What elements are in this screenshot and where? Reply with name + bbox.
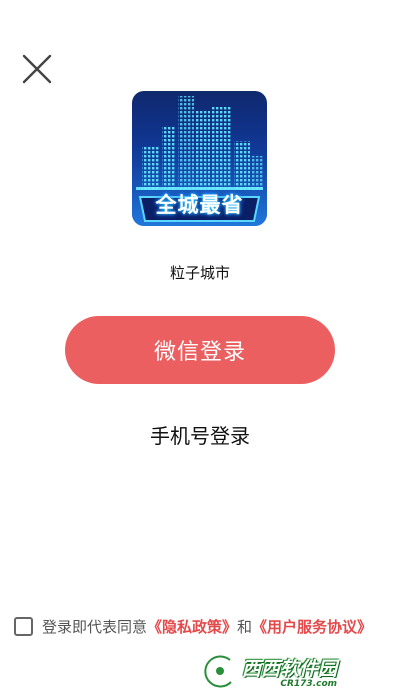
logo-label: 全城最省 bbox=[132, 188, 267, 220]
watermark-title: 西西软件园 bbox=[242, 657, 338, 680]
user-service-agreement-link[interactable]: 《用户服务协议》 bbox=[252, 616, 372, 637]
agree-checkbox[interactable] bbox=[14, 616, 33, 636]
close-button[interactable] bbox=[20, 52, 54, 86]
watermark: 西西软件园 CR173.com bbox=[200, 652, 380, 690]
app-logo: 全城最省 bbox=[132, 91, 267, 226]
app-name: 粒子城市 bbox=[169, 264, 230, 282]
close-icon bbox=[22, 54, 52, 84]
agreement-prefix: 登录即代表同意 bbox=[42, 617, 148, 636]
phone-login-button[interactable]: 手机号登录 bbox=[0, 420, 400, 449]
privacy-policy-link[interactable]: 《隐私政策》 bbox=[147, 616, 237, 637]
watermark-subtitle: CR173.com bbox=[280, 678, 338, 689]
logo-text: 全城最省 bbox=[155, 193, 244, 217]
watermark-logo-icon bbox=[201, 653, 235, 690]
wechat-login-button[interactable]: 微信登录 bbox=[65, 316, 335, 384]
agreement-connector: 和 bbox=[237, 617, 253, 636]
agreement-row: 登录即代表同意 《隐私政策》 和 《用户服务协议》 bbox=[14, 615, 372, 637]
